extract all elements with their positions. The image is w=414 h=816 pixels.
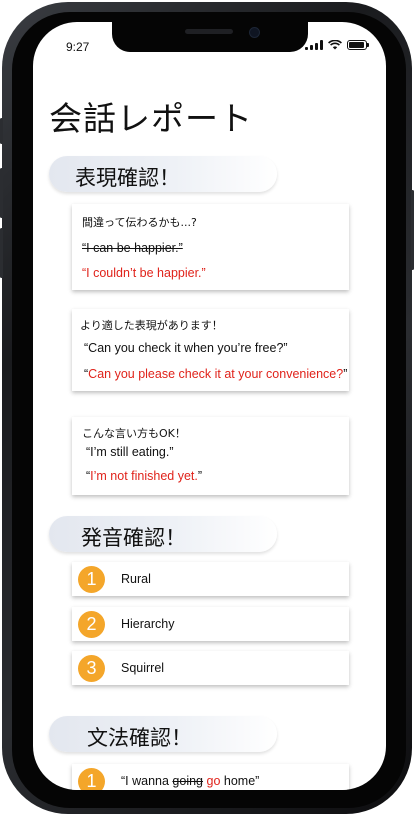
section-title: 文法確認！: [87, 726, 192, 750]
number-badge: 3: [78, 655, 105, 682]
quote-close: ”: [197, 469, 203, 483]
expression-card: より適した表現があります！ “Can you check it when you…: [72, 309, 349, 391]
pronunciation-word: Rural: [121, 572, 151, 586]
card-note: より適した表現があります！: [80, 319, 223, 332]
notch: [112, 22, 308, 52]
grammar-item[interactable]: 1 “I wanna going go home”: [72, 764, 349, 790]
section-header-pronunciation: 発音確認！: [49, 516, 277, 552]
pronunciation-item[interactable]: 1 Rural: [72, 562, 349, 596]
pronunciation-word: Squirrel: [121, 661, 165, 675]
volume-up-button: [0, 168, 3, 218]
corrected-expression: “I’m not finished yet.”: [86, 469, 202, 483]
corrected-text: I’m not finished yet.: [90, 469, 198, 483]
corrected-expression: “I couldn’t be happier.”: [82, 266, 206, 280]
section-header-grammar: 文法確認！: [49, 716, 277, 752]
original-expression: “I’m still eating.”: [86, 445, 174, 459]
pronunciation-item[interactable]: 3 Squirrel: [72, 651, 349, 685]
volume-down-button: [0, 228, 3, 278]
section-header-expression: 表現確認！: [49, 156, 277, 192]
front-camera: [249, 27, 260, 38]
quote-close: ”: [343, 367, 348, 381]
phone-device: 9:27 会話レポート 表現確認！ 間違って伝わるかも...? “I can b…: [0, 0, 414, 816]
status-time: 9:27: [66, 40, 90, 54]
screen: 9:27 会話レポート 表現確認！ 間違って伝わるかも...? “I can b…: [33, 22, 386, 790]
speaker-grille: [185, 29, 233, 34]
original-expression: “Can you check it when you’re free?”: [84, 341, 288, 355]
original-expression: “I can be happier.”: [82, 241, 183, 255]
expression-card: 間違って伝わるかも...? “I can be happier.” “I cou…: [72, 204, 349, 290]
side-button-left-top: [0, 118, 3, 144]
cellular-signal-icon: [305, 40, 323, 50]
page-title: 会話レポート: [49, 99, 253, 138]
number-badge: 1: [78, 768, 105, 790]
number-badge: 1: [78, 566, 105, 593]
wifi-icon: [328, 40, 342, 50]
battery-icon: [347, 40, 369, 50]
card-note: 間違って伝わるかも...?: [82, 216, 197, 229]
pronunciation-word: Hierarchy: [121, 617, 175, 631]
section-title: 表現確認！: [75, 166, 180, 190]
section-title: 発音確認！: [81, 526, 186, 550]
card-note: こんな言い方もOK！: [82, 427, 186, 440]
number-badge: 2: [78, 611, 105, 638]
corrected-expression: “Can you please check it at your conveni…: [84, 367, 347, 381]
corrected-text: Can you please check it at your convenie…: [88, 367, 344, 381]
status-icons: [305, 40, 369, 50]
expression-card: こんな言い方もOK！ “I’m still eating.” “I’m not …: [72, 417, 349, 495]
pronunciation-item[interactable]: 2 Hierarchy: [72, 607, 349, 641]
